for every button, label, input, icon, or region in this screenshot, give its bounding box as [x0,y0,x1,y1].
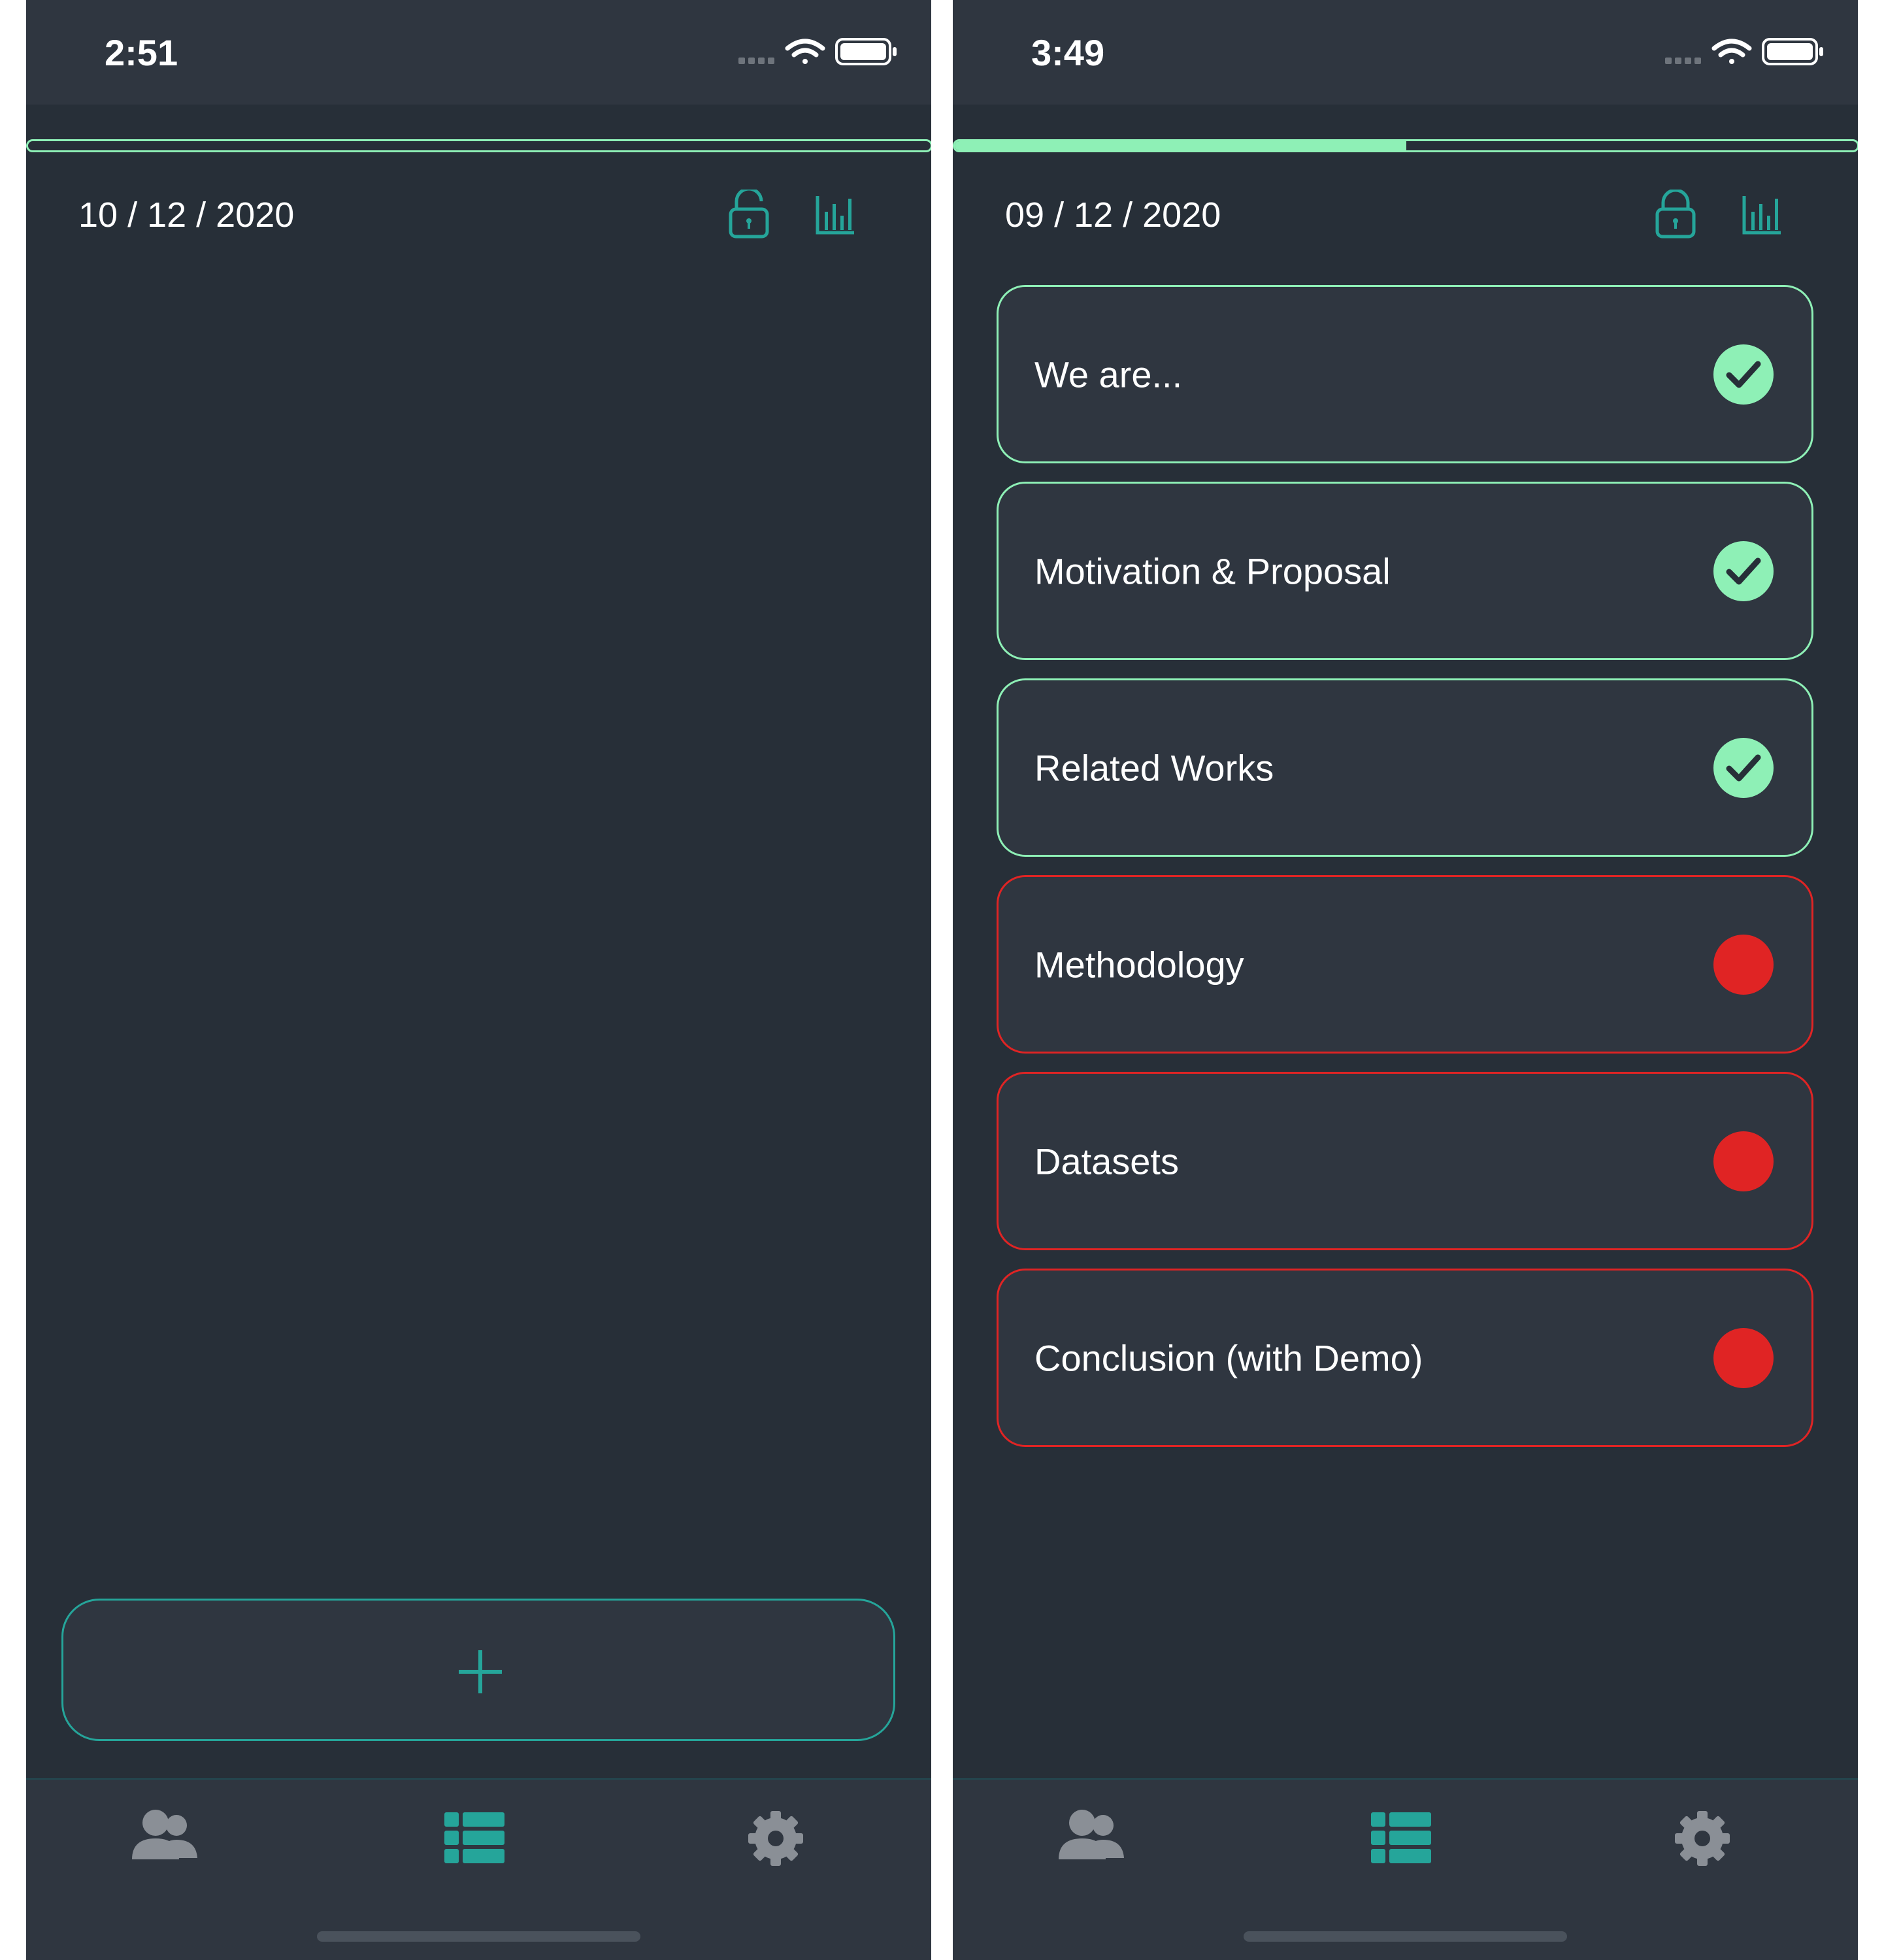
date-label[interactable]: 10 / 12 / 2020 [78,195,294,235]
task-card[interactable]: Methodology [997,875,1813,1054]
lock-closed-icon[interactable] [1654,190,1697,239]
task-card[interactable]: Related Works [997,678,1813,857]
check-circle-icon [1713,737,1774,798]
bar-chart-icon[interactable] [814,190,857,239]
status-icons [738,38,897,65]
list-icon[interactable] [1362,1806,1440,1871]
lock-open-icon[interactable] [727,190,770,239]
task-list: We are... Motivation & Proposal Related … [997,285,1813,1465]
home-indicator [317,1931,640,1942]
status-bar: 3:49 [953,0,1858,105]
task-title: Motivation & Proposal [1034,550,1391,591]
tab-bar [953,1778,1858,1960]
task-title: Datasets [1034,1140,1179,1182]
wifi-icon [785,39,825,64]
date-label[interactable]: 09 / 12 / 2020 [1005,195,1221,235]
pending-dot-icon [1713,1131,1774,1191]
screen-left: 2:51 10 / 12 / 2020 [26,0,931,1960]
add-task-button[interactable] [61,1599,895,1741]
status-icons [1665,38,1823,65]
contacts-icon[interactable] [128,1806,207,1871]
pending-dot-icon [1713,1327,1774,1388]
progress-bar [26,139,931,152]
plus-icon [459,1650,502,1693]
task-title: Methodology [1034,944,1244,985]
home-indicator [1244,1931,1567,1942]
bar-chart-icon[interactable] [1740,190,1783,239]
battery-icon [1762,38,1823,65]
task-card[interactable]: Motivation & Proposal [997,482,1813,660]
screen-right: 3:49 09 / 12 / 2020 We are... Motivation… [953,0,1858,1960]
contacts-icon[interactable] [1055,1806,1133,1871]
task-title: Conclusion (with Demo) [1034,1337,1423,1378]
progress-bar [953,139,1858,152]
task-card[interactable]: We are... [997,285,1813,463]
task-card[interactable]: Conclusion (with Demo) [997,1269,1813,1447]
wifi-icon [1711,39,1752,64]
status-time: 3:49 [1031,32,1105,73]
task-card[interactable]: Datasets [997,1072,1813,1250]
task-title: We are... [1034,354,1183,395]
gear-icon[interactable] [1663,1806,1742,1871]
signal-icon [1665,58,1701,64]
pending-dot-icon [1713,934,1774,995]
signal-icon [738,58,774,64]
check-circle-icon [1713,344,1774,405]
task-title: Related Works [1034,747,1274,788]
check-circle-icon [1713,540,1774,601]
tab-bar [26,1778,931,1960]
list-icon[interactable] [435,1806,514,1871]
status-time: 2:51 [105,32,178,73]
gear-icon[interactable] [736,1806,815,1871]
progress-fill [955,141,1406,150]
status-bar: 2:51 [26,0,931,105]
battery-icon [835,38,897,65]
